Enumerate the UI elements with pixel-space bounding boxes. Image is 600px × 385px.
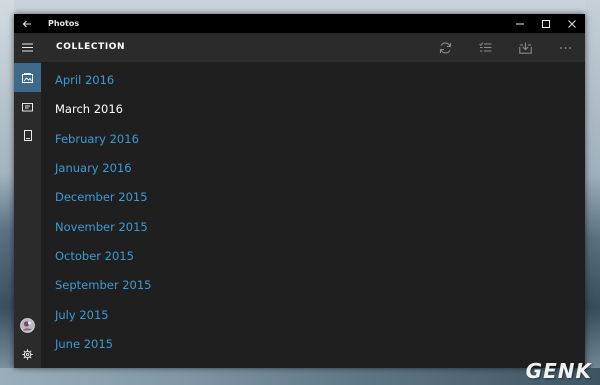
main-content: COLLECTION April 2016 March 2016 Februar… (41, 33, 585, 368)
refresh-button[interactable] (425, 33, 465, 62)
settings-button[interactable] (14, 340, 41, 368)
month-link[interactable]: December 2015 (55, 190, 148, 208)
folder-icon (23, 130, 32, 141)
maximize-button[interactable] (533, 14, 559, 33)
avatar-icon (20, 318, 35, 333)
collection-icon (22, 72, 33, 83)
month-link[interactable]: January 2016 (55, 161, 132, 179)
minimize-button[interactable] (507, 14, 533, 33)
more-icon (559, 46, 571, 49)
month-link[interactable]: June 2015 (55, 337, 113, 355)
close-icon (568, 19, 576, 28)
month-link[interactable]: October 2015 (55, 249, 134, 267)
hamburger-menu-button[interactable] (14, 33, 41, 62)
collection-header: COLLECTION (41, 33, 585, 62)
desktop-wallpaper-bottom (0, 368, 600, 385)
import-button[interactable] (505, 33, 545, 62)
gear-icon (22, 349, 33, 360)
maximize-icon (542, 19, 550, 28)
rail-item-albums[interactable] (14, 92, 41, 121)
back-button[interactable] (14, 14, 40, 33)
import-icon (518, 42, 532, 54)
minimize-icon (516, 23, 524, 24)
month-link[interactable]: November 2015 (55, 220, 148, 238)
account-button[interactable] (14, 311, 41, 340)
month-link[interactable]: February 2016 (55, 132, 139, 150)
rail-item-folders[interactable] (14, 121, 41, 150)
rail-item-collection[interactable] (14, 63, 41, 92)
photos-window: Photos COLLECTION April 2016 March 2016 … (14, 14, 585, 368)
desktop-wallpaper-left (0, 0, 14, 385)
header-actions (425, 33, 585, 62)
close-button[interactable] (559, 14, 585, 33)
watermark-logo: GENK (525, 359, 592, 383)
select-button[interactable] (465, 33, 505, 62)
back-arrow-icon (22, 20, 31, 27)
navigation-rail (14, 33, 41, 368)
window-controls (507, 14, 585, 33)
month-link[interactable]: September 2015 (55, 278, 152, 296)
month-link[interactable]: March 2016 (55, 102, 123, 120)
hamburger-icon (22, 43, 33, 52)
page-title: COLLECTION (56, 42, 126, 52)
more-options-button[interactable] (545, 33, 585, 62)
month-link[interactable]: July 2015 (55, 308, 109, 326)
desktop-wallpaper-right (585, 0, 600, 385)
album-icon (22, 102, 33, 111)
select-icon (478, 42, 491, 52)
month-link[interactable]: April 2016 (55, 73, 114, 91)
window-title: Photos (48, 19, 80, 28)
title-bar: Photos (14, 14, 585, 33)
refresh-icon (439, 42, 451, 53)
